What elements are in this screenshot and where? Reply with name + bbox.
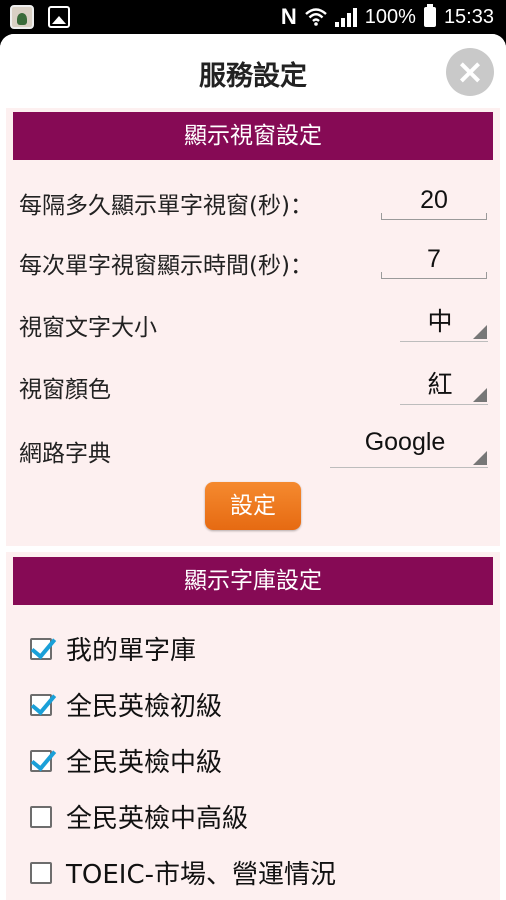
library-item-gept-high-intermediate[interactable]: 全民英檢中高級 — [30, 798, 248, 835]
font-size-select[interactable]: 中 — [400, 302, 488, 342]
interval-input[interactable]: 20 — [381, 186, 487, 220]
library-item-gept-intermediate[interactable]: 全民英檢中級 — [30, 742, 222, 779]
battery-percent: 100% — [364, 5, 416, 28]
dictionary-select[interactable]: Google — [330, 428, 488, 468]
checkbox[interactable] — [30, 805, 52, 828]
nfc-icon: N — [280, 4, 297, 29]
display-window-header: 顯示視窗設定 — [13, 112, 493, 160]
color-label: 視窗顏色 — [19, 377, 111, 403]
dialog-title: 服務設定 — [199, 61, 307, 92]
library-item-label: TOEIC-市場、營運情況 — [66, 860, 336, 890]
duration-label: 每次單字視窗顯示時間(秒)： — [19, 253, 313, 279]
battery-icon — [423, 4, 436, 27]
library-item-gept-elementary[interactable]: 全民英檢初級 — [30, 686, 222, 723]
library-item-label: 全民英檢中級 — [66, 748, 223, 778]
display-window-section: 顯示視窗設定 每隔多久顯示單字視窗(秒)： 20 每次單字視窗顯示時間(秒)： … — [6, 108, 500, 546]
wifi-icon — [304, 8, 327, 26]
word-library-section: 顯示字庫設定 我的單字庫 全民英檢初級 全民英檢中級 全民英檢中高級 TOEIC… — [6, 552, 500, 900]
library-item-label: 全民英檢中高級 — [66, 804, 249, 834]
word-library-header: 顯示字庫設定 — [13, 557, 493, 605]
color-value: 紅 — [427, 370, 453, 399]
font-size-label: 視窗文字大小 — [19, 315, 157, 341]
checkbox[interactable] — [30, 637, 52, 660]
set-button[interactable]: 設定 — [205, 482, 301, 530]
checkbox[interactable] — [30, 749, 52, 772]
dialog-content: 顯示視窗設定 每隔多久顯示單字視窗(秒)： 20 每次單字視窗顯示時間(秒)： … — [0, 106, 506, 900]
library-item-toeic-market[interactable]: TOEIC-市場、營運情況 — [30, 854, 336, 891]
library-item-my-words[interactable]: 我的單字庫 — [30, 630, 196, 667]
color-select[interactable]: 紅 — [400, 365, 488, 405]
app-notification-icon — [10, 5, 34, 29]
dialog-header: 服務設定 × — [0, 34, 506, 106]
interval-label: 每隔多久顯示單字視窗(秒)： — [19, 193, 313, 219]
clock: 15:33 — [443, 5, 494, 28]
close-icon: × — [455, 52, 485, 92]
cell-signal-icon — [334, 7, 357, 27]
dictionary-value: Google — [364, 428, 446, 456]
status-bar: N 100% 15:33 — [0, 0, 506, 34]
checkbox[interactable] — [30, 861, 52, 884]
close-button[interactable]: × — [446, 48, 494, 96]
library-item-label: 我的單字庫 — [66, 636, 197, 666]
gallery-notification-icon — [48, 6, 70, 28]
checkbox[interactable] — [30, 693, 52, 716]
duration-input[interactable]: 7 — [381, 245, 487, 279]
font-size-value: 中 — [427, 307, 453, 336]
dictionary-label: 網路字典 — [19, 441, 111, 467]
library-item-label: 全民英檢初級 — [66, 692, 223, 722]
service-settings-dialog: 服務設定 × 顯示視窗設定 每隔多久顯示單字視窗(秒)： 20 每次單字視窗顯示… — [0, 34, 506, 900]
